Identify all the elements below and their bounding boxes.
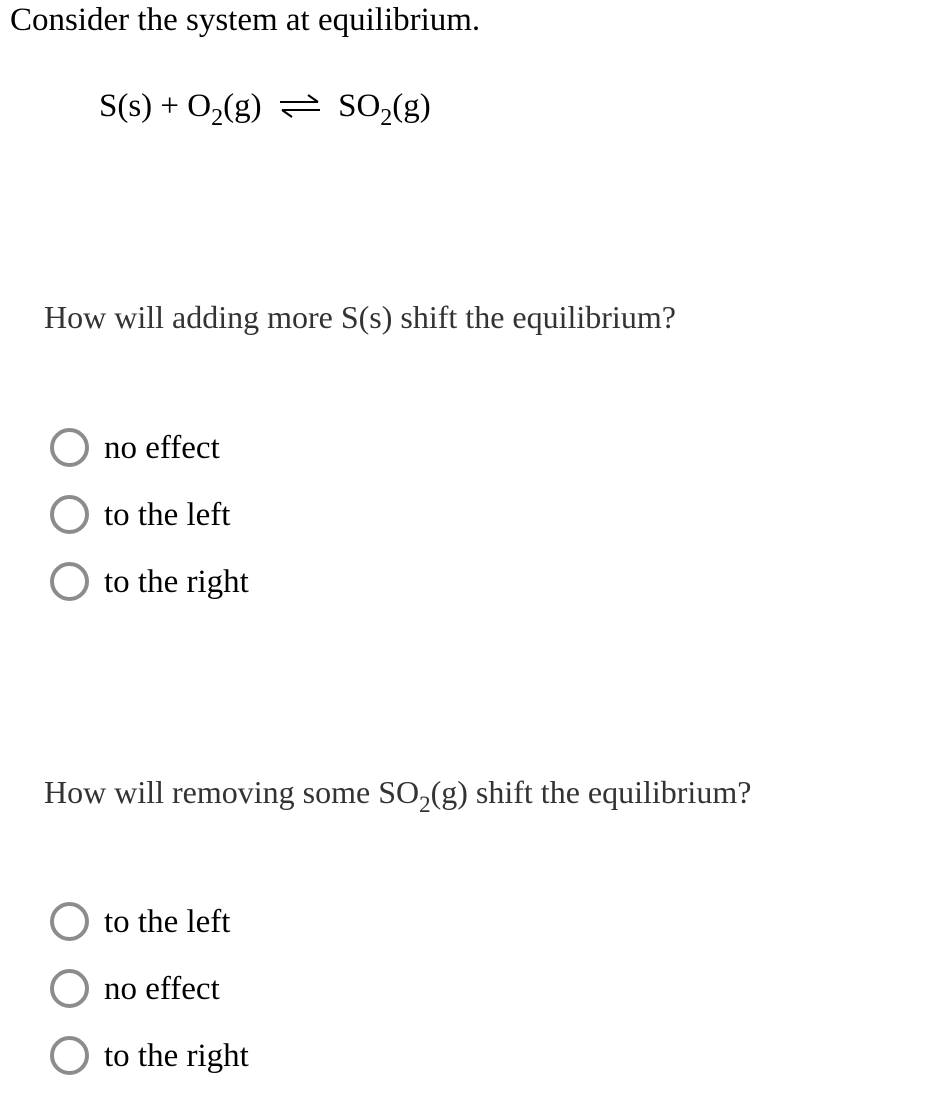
- question-2-text-start: How will removing some SO: [44, 774, 420, 810]
- radio-button[interactable]: [50, 969, 89, 1008]
- radio-button[interactable]: [50, 902, 89, 941]
- option-label: no effect: [104, 429, 220, 466]
- option-to-the-left[interactable]: to the left: [50, 888, 249, 955]
- option-no-effect[interactable]: no effect: [50, 414, 249, 481]
- option-to-the-left[interactable]: to the left: [50, 481, 249, 548]
- equation-reactants: S(s) + O: [99, 88, 212, 124]
- equation-product: SO: [338, 88, 381, 124]
- option-label: to the left: [104, 496, 231, 533]
- option-no-effect[interactable]: no effect: [50, 955, 249, 1022]
- option-to-the-right[interactable]: to the right: [50, 548, 249, 615]
- radio-button[interactable]: [50, 562, 89, 601]
- radio-button[interactable]: [50, 495, 89, 534]
- chemical-equation: S(s) + O2(g) SO2(g): [99, 84, 431, 131]
- radio-button[interactable]: [50, 428, 89, 467]
- question-2-text-end: (g) shift the equilibrium?: [430, 774, 752, 810]
- equilibrium-arrows-icon: [279, 94, 320, 118]
- question-2-subscript: 2: [419, 792, 431, 817]
- radio-button[interactable]: [50, 1036, 89, 1075]
- equation-state: (g): [223, 88, 262, 124]
- equation-subscript: 2: [211, 105, 224, 131]
- option-label: to the right: [104, 1037, 249, 1074]
- question-1-options: no effect to the left to the right: [50, 414, 249, 615]
- equation-subscript: 2: [380, 105, 393, 131]
- intro-text: Consider the system at equilibrium.: [10, 2, 481, 38]
- option-label: no effect: [104, 970, 220, 1007]
- option-label: to the left: [104, 903, 231, 940]
- question-1-text: How will adding more S(s) shift the equi…: [44, 299, 676, 335]
- question-2-options: to the left no effect to the right: [50, 888, 249, 1089]
- option-label: to the right: [104, 563, 249, 600]
- equation-state: (g): [392, 88, 431, 124]
- question-2-text: How will removing some SO2(g) shift the …: [44, 772, 752, 816]
- option-to-the-right[interactable]: to the right: [50, 1022, 249, 1089]
